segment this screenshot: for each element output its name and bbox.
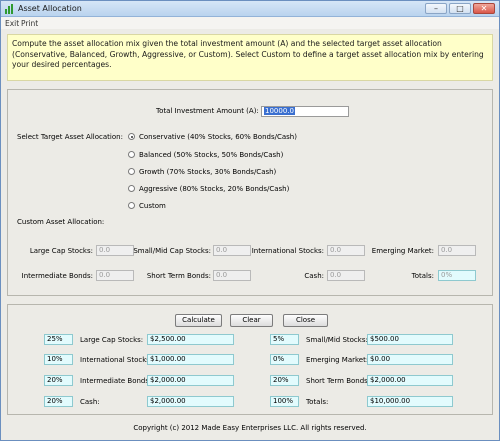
cash-label: Cash: xyxy=(304,272,324,280)
radio-label: Aggressive (80% Stocks, 20% Bonds/Cash) xyxy=(139,185,290,193)
small-mid-label: Small/Mid Cap Stocks: xyxy=(133,247,211,255)
short-term-pct: 20% xyxy=(270,375,299,386)
radio-button[interactable] xyxy=(128,133,135,140)
copyright-text: Copyright (c) 2012 Made Easy Enterprises… xyxy=(133,424,367,432)
intermediate-result: $2,000.00 xyxy=(147,375,234,386)
radio-button[interactable] xyxy=(128,202,135,209)
large-cap-pct: 25% xyxy=(44,334,73,345)
totals-result-label: Totals: xyxy=(306,398,329,406)
emerging-label: Emerging Market: xyxy=(371,247,434,255)
totals-pct: 100% xyxy=(270,396,299,407)
total-investment-label: Total Investment Amount (A): xyxy=(156,107,259,115)
international-pct: 10% xyxy=(44,354,73,365)
custom-allocation-label: Custom Asset Allocation: xyxy=(17,218,105,226)
short-term-input[interactable]: 0.0 xyxy=(213,270,251,281)
large-cap-input[interactable]: 0.0 xyxy=(96,245,134,256)
target-allocation-label: Select Target Asset Allocation: xyxy=(17,133,123,141)
emerging-pct: 0% xyxy=(270,354,299,365)
emerging-input[interactable]: 0.0 xyxy=(438,245,476,256)
cash-result-label: Cash: xyxy=(80,398,100,406)
intermediate-pct: 20% xyxy=(44,375,73,386)
title-bar[interactable]: Asset Allocation – □ ✕ xyxy=(1,1,499,17)
cash-input[interactable]: 0.0 xyxy=(327,270,365,281)
emerging-result-label: Emerging Market: xyxy=(306,356,369,364)
minimize-icon[interactable]: – xyxy=(425,3,447,14)
close-button[interactable]: Close xyxy=(283,314,328,327)
cash-result: $2,000.00 xyxy=(147,396,234,407)
international-label: International Stocks: xyxy=(251,247,324,255)
international-result: $1,000.00 xyxy=(147,354,234,365)
radio-button[interactable] xyxy=(128,151,135,158)
total-investment-input[interactable]: 10000.0 xyxy=(261,106,349,117)
maximize-icon[interactable]: □ xyxy=(449,3,471,14)
asset-allocation-window: Asset Allocation – □ ✕ Exit Print Comput… xyxy=(0,0,500,441)
totals-result: $10,000.00 xyxy=(367,396,453,407)
window-title: Asset Allocation xyxy=(18,4,82,13)
menu-exit[interactable]: Exit xyxy=(5,19,19,28)
intermediate-result-label: Intermediate Bonds: xyxy=(80,377,152,385)
bar-chart-icon xyxy=(5,4,15,14)
small-mid-result-label: Small/Mid Stocks: xyxy=(306,336,368,344)
radio-label: Growth (70% Stocks, 30% Bonds/Cash) xyxy=(139,168,277,176)
radio-button[interactable] xyxy=(128,168,135,175)
cash-pct: 20% xyxy=(44,396,73,407)
calculate-button[interactable]: Calculate xyxy=(175,314,222,327)
large-cap-result: $2,500.00 xyxy=(147,334,234,345)
small-mid-pct: 5% xyxy=(270,334,299,345)
emerging-result: $0.00 xyxy=(367,354,453,365)
small-mid-result: $500.00 xyxy=(367,334,453,345)
international-result-label: International Stocks: xyxy=(80,356,153,364)
totals-label: Totals: xyxy=(411,272,434,280)
clear-button[interactable]: Clear xyxy=(230,314,273,327)
custom-totals-value: 0% xyxy=(438,270,476,281)
instructions-note: Compute the asset allocation mix given t… xyxy=(7,34,493,81)
menu-bar: Exit Print xyxy=(1,17,499,29)
short-term-label: Short Term Bonds: xyxy=(146,272,211,280)
intermediate-input[interactable]: 0.0 xyxy=(96,270,134,281)
menu-print[interactable]: Print xyxy=(21,19,38,28)
small-mid-input[interactable]: 0.0 xyxy=(213,245,251,256)
large-cap-result-label: Large Cap Stocks: xyxy=(80,336,144,344)
radio-label: Balanced (50% Stocks, 50% Bonds/Cash) xyxy=(139,151,284,159)
radio-label: Conservative (40% Stocks, 60% Bonds/Cash… xyxy=(139,133,297,141)
radio-label: Custom xyxy=(139,202,166,210)
close-icon[interactable]: ✕ xyxy=(473,3,495,14)
international-input[interactable]: 0.0 xyxy=(327,245,365,256)
short-term-result-label: Short Term Bonds: xyxy=(306,377,371,385)
radio-button[interactable] xyxy=(128,185,135,192)
short-term-result: $2,000.00 xyxy=(367,375,453,386)
large-cap-label: Large Cap Stocks: xyxy=(29,247,93,255)
intermediate-label: Intermediate Bonds: xyxy=(21,272,93,280)
